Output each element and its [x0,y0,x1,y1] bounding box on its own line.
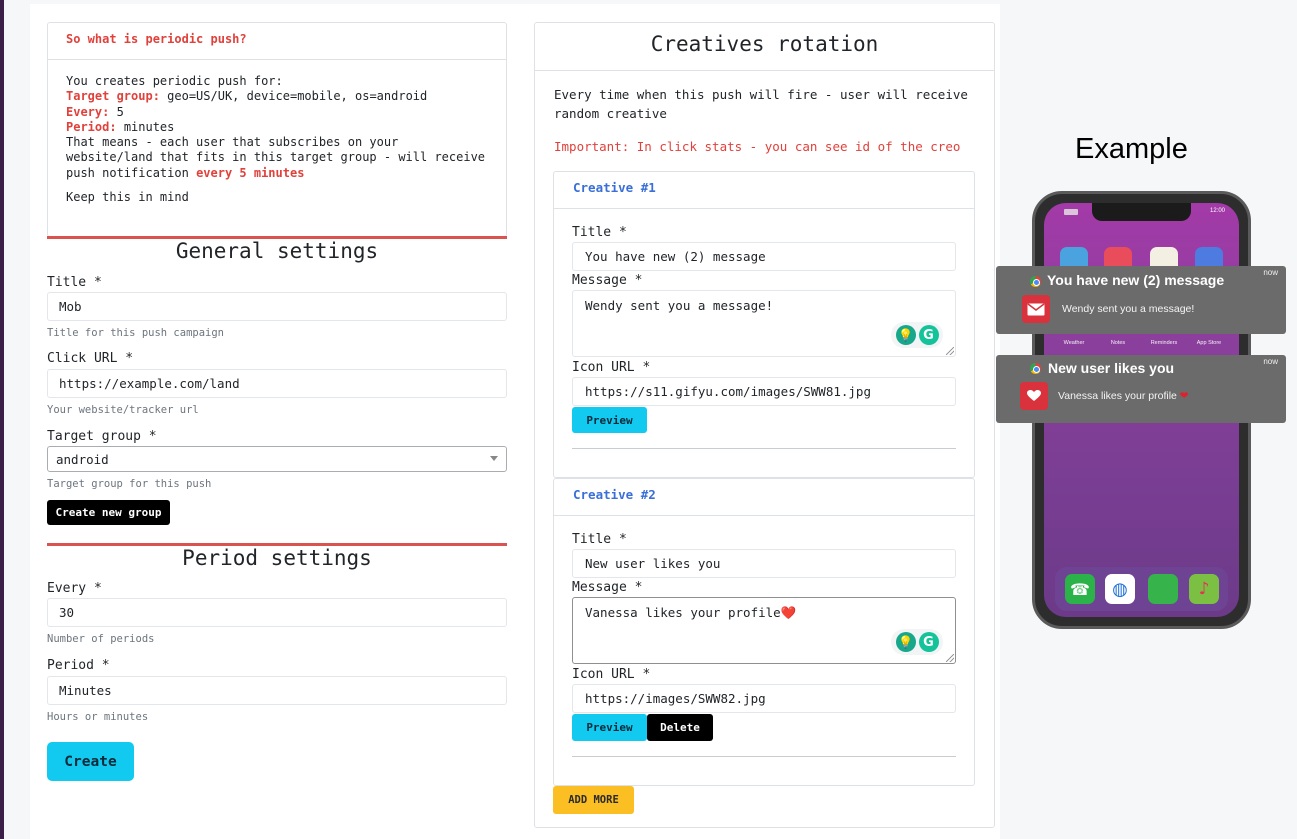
target-group-select[interactable]: android [47,446,507,472]
creative-1-message-label: Message * [572,273,643,288]
click-url-hint: Your website/tracker url [47,404,199,416]
notification-1-message: Wendy sent you a message! [1062,303,1195,315]
creative-header-1: Creative #1 [554,172,974,209]
grammarly-widget[interactable]: 💡 G [891,629,943,655]
info-every-value: 5 [116,104,124,119]
info-every-line: Every: 5 [66,105,488,120]
period-label: Period * [47,658,110,673]
notification-1-title: You have new (2) message [1047,272,1225,288]
notification-2-message-text: Vanessa likes your profile [1058,390,1177,402]
rotation-important-note: Important: In click stats - you can see … [554,139,961,154]
info-period-line: Period: minutes [66,120,488,135]
bulb-icon[interactable]: 💡 [895,632,916,652]
chrome-icon [1030,276,1041,287]
creative-1-title-input[interactable]: You have new (2) message [572,242,956,271]
period-input[interactable]: Minutes [47,676,507,705]
creative-1-message-text: Wendy sent you a message! [585,298,774,313]
app-label-weather: Weather [1063,340,1085,346]
create-new-group-button[interactable]: Create new group [47,500,170,525]
click-url-label: Click URL * [47,351,134,366]
add-more-button[interactable]: ADD MORE [553,786,634,814]
info-period-value: minutes [123,119,175,134]
rotation-description: Every time when this push will fire - us… [554,87,968,121]
notification-2-title: New user likes you [1048,360,1175,376]
grammarly-icon[interactable]: G [918,325,939,345]
creative-1-divider [572,448,956,449]
info-means-line: That means - each user that subscribes o… [66,135,488,181]
title-label: Title * [47,275,102,290]
info-box-body: You creates periodic push for: Target gr… [48,60,506,219]
app-label-notes: Notes [1110,340,1126,346]
target-group-label: Target group * [47,429,157,444]
period-settings-heading: Period settings [182,546,372,570]
music-icon: ♪ [1189,574,1219,604]
target-group-value: android [56,451,109,467]
notification-card-2: New user likes you now Vanessa likes you… [996,355,1286,423]
app-label-app-store: App Store [1196,340,1222,346]
creative-2-delete-button[interactable]: Delete [647,714,713,741]
chrome-icon [1030,363,1041,374]
info-box-header: So what is periodic push? [48,23,506,60]
bulb-icon[interactable]: 💡 [895,325,916,345]
every-hint: Number of periods [47,633,155,645]
signal-icon [1064,209,1078,215]
chevron-down-icon [490,456,498,461]
every-label: Every * [47,581,102,596]
info-target-line: Target group: geo=US/UK, device=mobile, … [66,89,488,104]
info-keep-note: Keep this in mind [66,190,189,205]
info-every-label: Every: [66,104,110,119]
notification-1-time: now [1263,268,1278,277]
title-hint: Title for this push campaign [47,327,225,339]
creative-2-message-label: Message * [572,580,643,595]
creative-2-divider [572,756,956,757]
notification-2-message: Vanessa likes your profile ❤ [1058,390,1189,402]
heart-icon [1020,382,1048,410]
creative-2-title-label: Title * [572,532,627,547]
phone-notch [1092,203,1191,221]
example-heading: Example [1075,133,1188,165]
every-input[interactable]: 30 [47,598,507,627]
phone-icon: ☎ [1065,574,1095,604]
creative-1-title-label: Title * [572,225,627,240]
creative-1-icon-input[interactable]: https://s11.gifyu.com/images/SWW81.jpg [572,377,956,406]
resize-handle-icon[interactable] [946,654,954,662]
info-target-value: geo=US/UK, device=mobile, os=android [167,89,428,104]
click-url-input[interactable]: https://example.com/land [47,369,507,398]
globe-icon: ◍ [1105,574,1135,604]
messages-icon [1148,574,1178,604]
creative-2-icon-label: Icon URL * [572,667,651,682]
creative-1-icon-label: Icon URL * [572,360,651,375]
creative-2-title-input[interactable]: New user likes you [572,549,956,578]
app-label-reminders: Reminders [1150,340,1178,346]
grammarly-widget[interactable]: 💡 G [891,322,943,348]
info-means-highlight: every 5 minutes [196,165,305,180]
info-intro: You creates periodic push for: [66,74,283,88]
resize-handle-icon[interactable] [946,347,954,355]
info-target-label: Target group: [66,89,160,104]
phone-dock: ☎ ◍ ♪ [1055,567,1228,611]
grammarly-icon[interactable]: G [918,632,939,652]
creative-1-message-textarea[interactable]: Wendy sent you a message! 💡 G [572,290,956,357]
notification-2-time: now [1263,357,1278,366]
info-period-label: Period: [66,119,117,134]
notification-card-1: You have new (2) message now Wendy sent … [996,266,1286,334]
create-button[interactable]: Create [47,742,134,781]
creatives-rotation-heading: Creatives rotation [535,23,994,71]
creative-2-message-textarea[interactable]: Vanessa likes your profile❤️ 💡 G [572,597,956,664]
red-heart-icon: ❤ [1179,390,1189,402]
creative-1-preview-button[interactable]: Preview [572,407,647,433]
period-hint: Hours or minutes [47,711,149,723]
target-group-hint: Target group for this push [47,478,212,490]
creative-header-2: Creative #2 [554,479,974,516]
creative-2-icon-input[interactable]: https://images/SWW82.jpg [572,684,956,713]
phone-clock: 12:00 [1209,208,1225,214]
envelope-icon [1022,295,1050,323]
title-input[interactable]: Mob [47,292,507,321]
creative-2-message-text: Vanessa likes your profile❤️ [585,605,797,620]
general-settings-heading: General settings [175,239,379,263]
creative-2-preview-button[interactable]: Preview [572,714,647,741]
periodic-push-info-box: So what is periodic push? You creates pe… [47,22,507,237]
